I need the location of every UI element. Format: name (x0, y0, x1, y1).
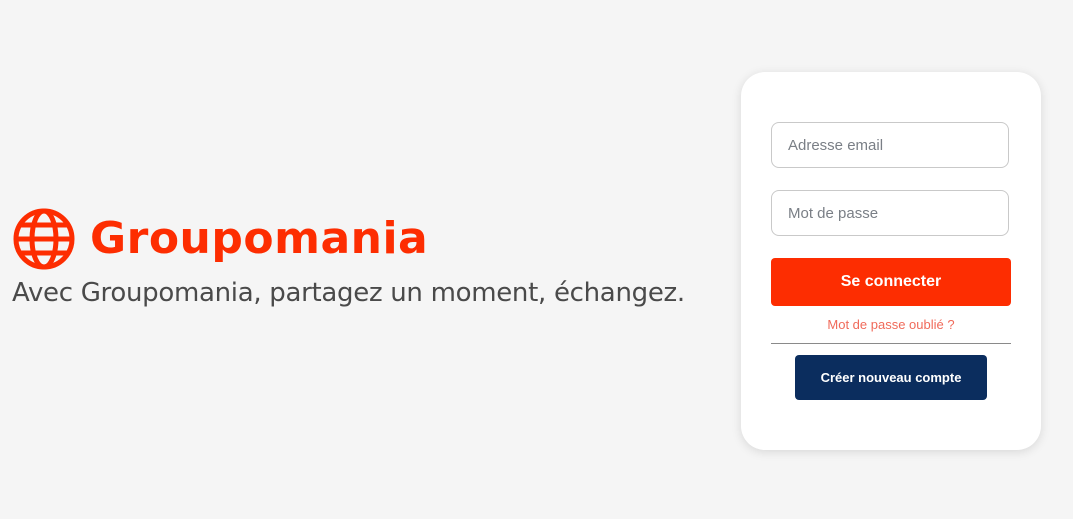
login-page: Groupomania Avec Groupomania, partagez u… (0, 0, 1073, 519)
brand-name: Groupomania (90, 213, 429, 264)
brand-logo: Groupomania (12, 206, 712, 272)
brand-tagline: Avec Groupomania, partagez un moment, éc… (12, 278, 685, 308)
brand-section: Groupomania Avec Groupomania, partagez u… (12, 206, 712, 308)
login-button[interactable]: Se connecter (771, 258, 1011, 306)
login-card: Se connecter Mot de passe oublié ? Créer… (741, 72, 1041, 450)
globe-icon (12, 207, 76, 271)
forgot-password-link[interactable]: Mot de passe oublié ? (741, 317, 1041, 332)
create-account-button[interactable]: Créer nouveau compte (795, 355, 987, 400)
email-field[interactable] (771, 122, 1009, 168)
password-field[interactable] (771, 190, 1009, 236)
divider (771, 343, 1011, 344)
